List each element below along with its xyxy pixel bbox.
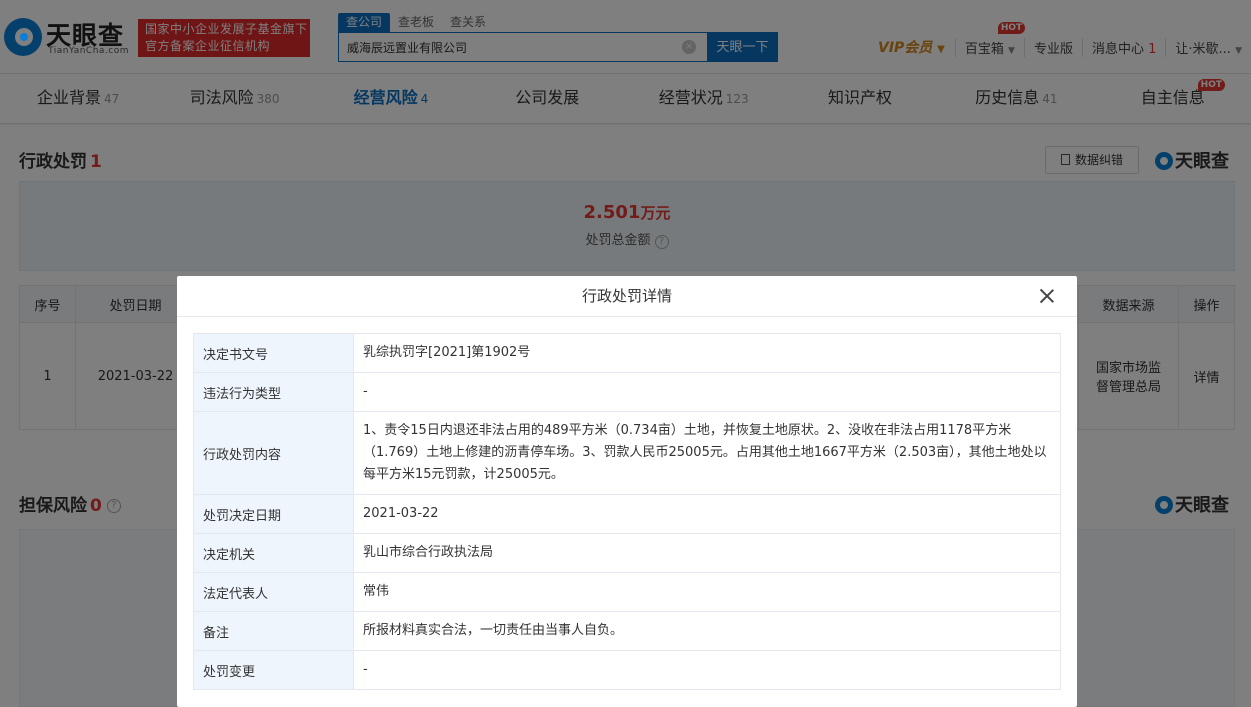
detail-row-penalty-change: 处罚变更 - xyxy=(193,650,1061,690)
detail-key: 处罚决定日期 xyxy=(193,494,354,534)
detail-row-penalty-content: 行政处罚内容 1、责令15日内退还非法占用的489平方米（0.734亩）土地，并恢… xyxy=(193,411,1061,495)
detail-row-violation-type: 违法行为类型 - xyxy=(193,372,1061,412)
detail-key: 处罚变更 xyxy=(193,650,354,690)
detail-row-decision-no: 决定书文号 乳综执罚字[2021]第1902号 xyxy=(193,333,1061,373)
detail-row-decision-date: 处罚决定日期 2021-03-22 xyxy=(193,494,1061,534)
penalty-detail-table: 决定书文号 乳综执罚字[2021]第1902号 违法行为类型 - 行政处罚内容 1、责… xyxy=(193,333,1061,690)
penalty-detail-modal: 行政处罚详情 决定书文号 乳综执罚字[2021]第1902号 违法行为类型 - 行政… xyxy=(177,276,1077,707)
detail-value: 乳山市综合行政执法局 xyxy=(353,533,1061,573)
detail-key: 决定机关 xyxy=(193,533,354,573)
detail-value: 所报材料真实合法，一切责任由当事人自负。 xyxy=(353,611,1061,651)
modal-header: 行政处罚详情 xyxy=(177,276,1077,317)
detail-value: - xyxy=(353,650,1061,690)
detail-value: 乳综执罚字[2021]第1902号 xyxy=(353,333,1061,373)
modal-title: 行政处罚详情 xyxy=(581,287,672,305)
detail-row-authority: 决定机关 乳山市综合行政执法局 xyxy=(193,533,1061,573)
detail-key: 备注 xyxy=(193,611,354,651)
detail-key: 行政处罚内容 xyxy=(193,411,354,495)
detail-value: 2021-03-22 xyxy=(353,494,1061,534)
close-icon[interactable] xyxy=(1037,286,1057,306)
detail-key: 法定代表人 xyxy=(193,572,354,612)
detail-key: 决定书文号 xyxy=(193,333,354,373)
detail-value: - xyxy=(353,372,1061,412)
legal-representative-link[interactable]: 常伟 xyxy=(353,572,1061,612)
detail-key: 违法行为类型 xyxy=(193,372,354,412)
detail-value: 1、责令15日内退还非法占用的489平方米（0.734亩）土地，并恢复土地原状。… xyxy=(353,411,1061,495)
detail-row-remark: 备注 所报材料真实合法，一切责任由当事人自负。 xyxy=(193,611,1061,651)
detail-row-legal-rep: 法定代表人 常伟 xyxy=(193,572,1061,612)
